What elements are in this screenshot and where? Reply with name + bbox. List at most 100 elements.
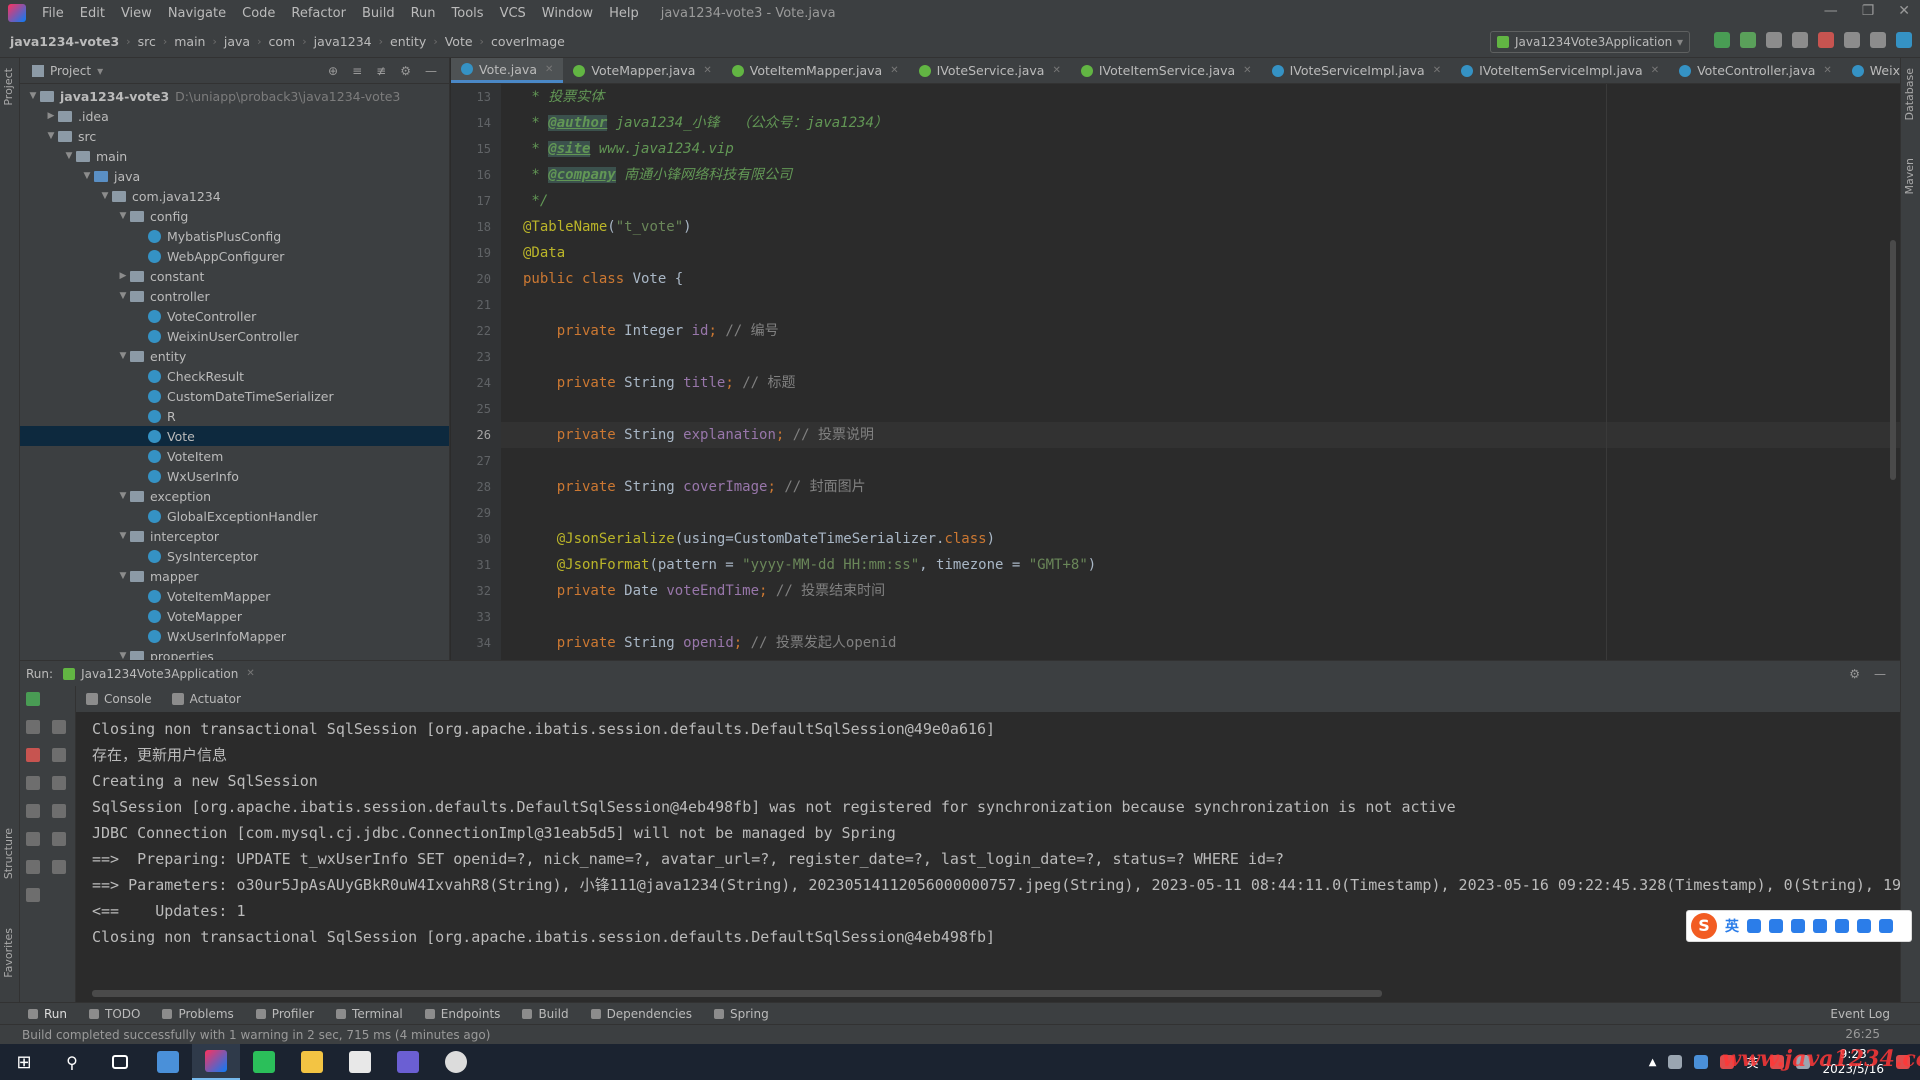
- code-line[interactable]: * @author java1234_小锋 （公众号：java1234）: [501, 110, 1900, 136]
- close-tab-icon[interactable]: ✕: [1243, 65, 1251, 76]
- maximize-icon[interactable]: ❐: [1862, 3, 1875, 19]
- run-subtab-actuator[interactable]: Actuator: [171, 692, 241, 706]
- task-view-button[interactable]: [96, 1044, 144, 1080]
- favorites-tool-tab[interactable]: Favorites: [2, 928, 15, 978]
- tree-row-wxuserinfo[interactable]: WxUserInfo: [20, 466, 449, 486]
- layout-icon[interactable]: [26, 860, 40, 874]
- tree-row-vote[interactable]: Vote: [20, 426, 449, 446]
- project-tool-tab[interactable]: Project: [2, 68, 15, 106]
- run-configuration-select[interactable]: Java1234Vote3Application ▾: [1490, 31, 1690, 53]
- chevron-down-icon[interactable]: ▼: [26, 91, 40, 101]
- structure-tool-tab[interactable]: Structure: [2, 828, 15, 879]
- network-icon[interactable]: [1694, 1055, 1709, 1069]
- collapse-all-icon[interactable]: ≢: [376, 64, 386, 78]
- tree-row-voteitemmapper[interactable]: VoteItemMapper: [20, 586, 449, 606]
- code-line[interactable]: private String explanation; // 投票说明: [501, 422, 1900, 448]
- chevron-down-icon[interactable]: ▾: [97, 64, 103, 78]
- menu-file[interactable]: File: [34, 6, 72, 21]
- tree-row-controller[interactable]: ▼ controller: [20, 286, 449, 306]
- editor-tab-ivoteitemserviceimpl-java[interactable]: IVoteItemServiceImpl.java ✕: [1451, 58, 1669, 83]
- breadcrumb-item[interactable]: java1234-vote3: [10, 34, 119, 49]
- breadcrumb-item[interactable]: entity: [390, 34, 426, 49]
- tree-row-entity[interactable]: ▼ entity: [20, 346, 449, 366]
- bottom-tab-terminal[interactable]: Terminal: [336, 1007, 403, 1021]
- microphone-icon[interactable]: [1791, 919, 1805, 933]
- editor-tab-ivoteitemservice-java[interactable]: IVoteItemService.java ✕: [1071, 58, 1262, 83]
- tree-row-properties[interactable]: ▼ properties: [20, 646, 449, 660]
- camera-icon[interactable]: [26, 776, 40, 790]
- cursor-position[interactable]: 26:25: [1845, 1027, 1880, 1041]
- breadcrumb-item[interactable]: src: [138, 34, 156, 49]
- debug-icon[interactable]: [26, 804, 40, 818]
- taskbar-app-devtool[interactable]: [384, 1044, 432, 1080]
- code-line[interactable]: private Integer id; // 编号: [501, 318, 1900, 344]
- taskbar-app-1[interactable]: [144, 1044, 192, 1080]
- close-icon[interactable]: ✕: [1898, 3, 1910, 19]
- close-tab-icon[interactable]: ✕: [1651, 65, 1659, 76]
- minimize-icon[interactable]: —: [1824, 3, 1838, 19]
- code-line[interactable]: private String title; // 标题: [501, 370, 1900, 396]
- taskbar-app-intellij[interactable]: [192, 1044, 240, 1080]
- emoji-icon[interactable]: [1769, 919, 1783, 933]
- chevron-down-icon[interactable]: ▼: [98, 191, 112, 201]
- menu-vcs[interactable]: VCS: [492, 6, 534, 21]
- chevron-down-icon[interactable]: ▼: [116, 531, 130, 541]
- tree-row-votemapper[interactable]: VoteMapper: [20, 606, 449, 626]
- code-line[interactable]: * 投票实体: [501, 84, 1900, 110]
- profile-icon[interactable]: [1792, 32, 1808, 48]
- user-icon[interactable]: [1835, 919, 1849, 933]
- chevron-down-icon[interactable]: ▼: [44, 131, 58, 141]
- chevron-down-icon[interactable]: ▼: [116, 211, 130, 221]
- gear-icon[interactable]: ⚙: [1849, 667, 1860, 681]
- project-panel-title[interactable]: Project: [50, 64, 91, 78]
- close-tab-icon[interactable]: ✕: [890, 65, 898, 76]
- menu-code[interactable]: Code: [234, 6, 283, 21]
- code-line[interactable]: * @site www.java1234.vip: [501, 136, 1900, 162]
- chevron-down-icon[interactable]: ▼: [116, 571, 130, 581]
- code-line[interactable]: private String openid; // 投票发起人openid: [501, 630, 1900, 656]
- editor-tab-vote-java[interactable]: Vote.java ✕: [451, 58, 564, 83]
- wrench-icon[interactable]: [26, 720, 40, 734]
- taskbar-app-typora[interactable]: [336, 1044, 384, 1080]
- hide-panel-icon[interactable]: —: [425, 64, 437, 78]
- menu-view[interactable]: View: [113, 6, 160, 21]
- exit-icon[interactable]: [26, 832, 40, 846]
- code-line[interactable]: [501, 448, 1900, 474]
- close-tab-icon[interactable]: ✕: [1052, 65, 1060, 76]
- code-line[interactable]: @JsonSerialize(using=CustomDateTimeSeria…: [501, 526, 1900, 552]
- bottom-tab-todo[interactable]: TODO: [89, 1007, 140, 1021]
- expand-all-icon[interactable]: ≡: [352, 64, 362, 78]
- code-line[interactable]: @TableName("t_vote"): [501, 214, 1900, 240]
- menu-window[interactable]: Window: [534, 6, 601, 21]
- code-line[interactable]: @JsonFormat(pattern = "yyyy-MM-dd HH:mm:…: [501, 552, 1900, 578]
- debug-icon[interactable]: [1740, 32, 1756, 48]
- bottom-tab-spring[interactable]: Spring: [713, 1007, 769, 1021]
- breadcrumb-item[interactable]: Vote: [445, 34, 473, 49]
- close-tab-icon[interactable]: ✕: [545, 64, 553, 75]
- close-tab-icon[interactable]: ✕: [703, 65, 711, 76]
- code-line[interactable]: [501, 344, 1900, 370]
- tree-row-java1234-vote3[interactable]: ▼ java1234-vote3 D:\uniapp\proback3\java12…: [20, 86, 449, 106]
- scroll-to-end-icon[interactable]: [52, 804, 66, 818]
- microphone-icon[interactable]: [1668, 1055, 1683, 1069]
- taskbar-app-explorer[interactable]: [288, 1044, 336, 1080]
- tray-expand-icon[interactable]: ▲: [1649, 1057, 1657, 1068]
- editor-tab-votemapper-java[interactable]: VoteMapper.java ✕: [563, 58, 721, 83]
- rerun-icon[interactable]: [26, 692, 40, 706]
- breadcrumb-item[interactable]: coverImage: [491, 34, 565, 49]
- bottom-tab-build[interactable]: Build: [522, 1007, 569, 1021]
- tree-row-wxuserinfomapper[interactable]: WxUserInfoMapper: [20, 626, 449, 646]
- search-button[interactable]: ⚲: [48, 1044, 96, 1080]
- tree-row-sysinterceptor[interactable]: SysInterceptor: [20, 546, 449, 566]
- soft-wrap-icon[interactable]: [52, 776, 66, 790]
- chevron-right-icon[interactable]: ▶: [116, 271, 130, 281]
- run-icon[interactable]: [1714, 32, 1730, 48]
- taskbar-app-wechat[interactable]: [432, 1044, 480, 1080]
- tree-row--idea[interactable]: ▶ .idea: [20, 106, 449, 126]
- breadcrumb-item[interactable]: java: [224, 34, 250, 49]
- keyboard-icon[interactable]: [1813, 919, 1827, 933]
- hide-panel-icon[interactable]: —: [1874, 667, 1886, 681]
- tree-row-constant[interactable]: ▶ constant: [20, 266, 449, 286]
- skin-icon[interactable]: [1857, 919, 1871, 933]
- close-tab-icon[interactable]: ✕: [246, 668, 254, 679]
